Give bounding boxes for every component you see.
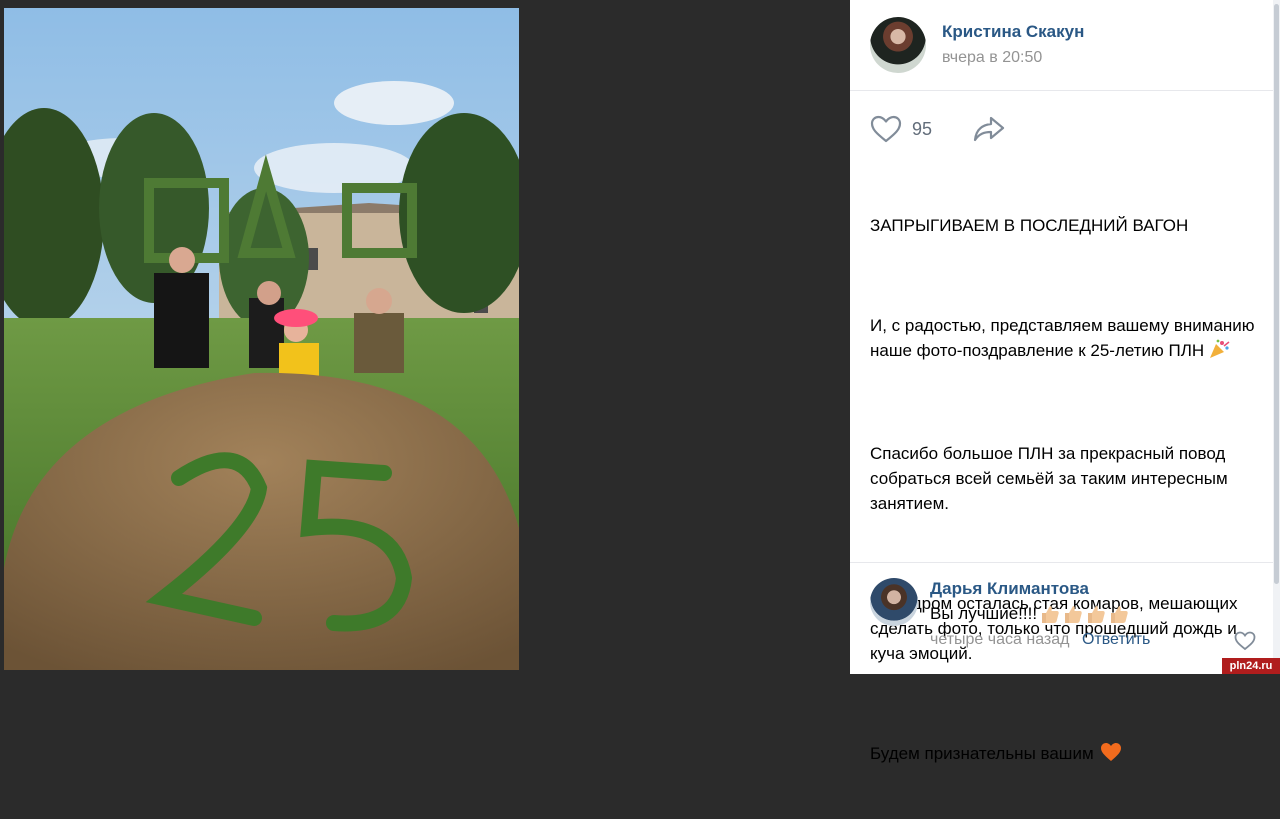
comments-section: Дарья Климантова Вы лучшие!!!! четыре ча… [850,562,1273,675]
thumbs-up-icon [1065,606,1082,623]
photo-viewer [0,0,850,674]
comment-time[interactable]: четыре часа назад [930,631,1069,648]
orange-heart-icon [1100,742,1122,769]
like-count: 95 [912,118,933,139]
post-paragraph-text: Будем признательны вашим [870,744,1094,763]
comment-meta: четыре часа назад Ответить [930,631,1150,649]
reply-link[interactable]: Ответить [1082,631,1150,648]
thumbs-up-icons [1039,603,1130,625]
family-hay-photo [4,8,519,670]
post-actions: 95 [870,112,1270,146]
site-watermark: pln24.ru [1222,658,1280,674]
party-popper-icon [1208,339,1230,366]
post-text: ЗАПРЫГИВАЕМ В ПОСЛЕДНИЙ ВАГОН И, с радос… [870,163,1268,819]
post-photo[interactable] [4,8,519,670]
post-paragraph: ЗАПРЫГИВАЕМ В ПОСЛЕДНИЙ ВАГОН [870,216,1189,235]
comment-author[interactable]: Дарья Климантова [930,579,1089,599]
post-panel: Кристина Скакун вчера в 20:50 95 ЗАПРЫГИ… [850,0,1273,763]
comment-like-button[interactable] [1234,631,1256,651]
author-avatar[interactable] [870,17,926,73]
heart-outline-icon [1234,631,1256,651]
post-time[interactable]: вчера в 20:50 [942,49,1042,67]
scrollbar[interactable] [1273,0,1280,674]
thumbs-up-icon [1042,606,1059,623]
heart-outline-icon [870,115,902,143]
share-button[interactable] [972,114,1006,144]
thumbs-up-icon [1111,606,1128,623]
post-paragraph: Будем признательны вашим [870,741,1268,769]
like-button[interactable]: 95 [870,112,932,146]
post-header: Кристина Скакун вчера в 20:50 [850,0,1273,91]
author-name[interactable]: Кристина Скакун [942,22,1084,42]
thumbs-up-icon [1088,606,1105,623]
comment-text: Вы лучшие!!!! [930,603,1130,625]
scrollbar-thumb[interactable] [1274,4,1279,584]
post-paragraph: И, с радостью, представляем вашему внима… [870,313,1268,366]
comment-text-content: Вы лучшие!!!! [930,604,1038,623]
share-arrow-icon [973,116,1005,142]
comment-avatar[interactable] [870,578,918,626]
post-paragraph-text: И, с радостью, представляем вашему внима… [870,316,1260,360]
post-paragraph: Спасибо большое ПЛН за прекрасный повод … [870,444,1233,513]
